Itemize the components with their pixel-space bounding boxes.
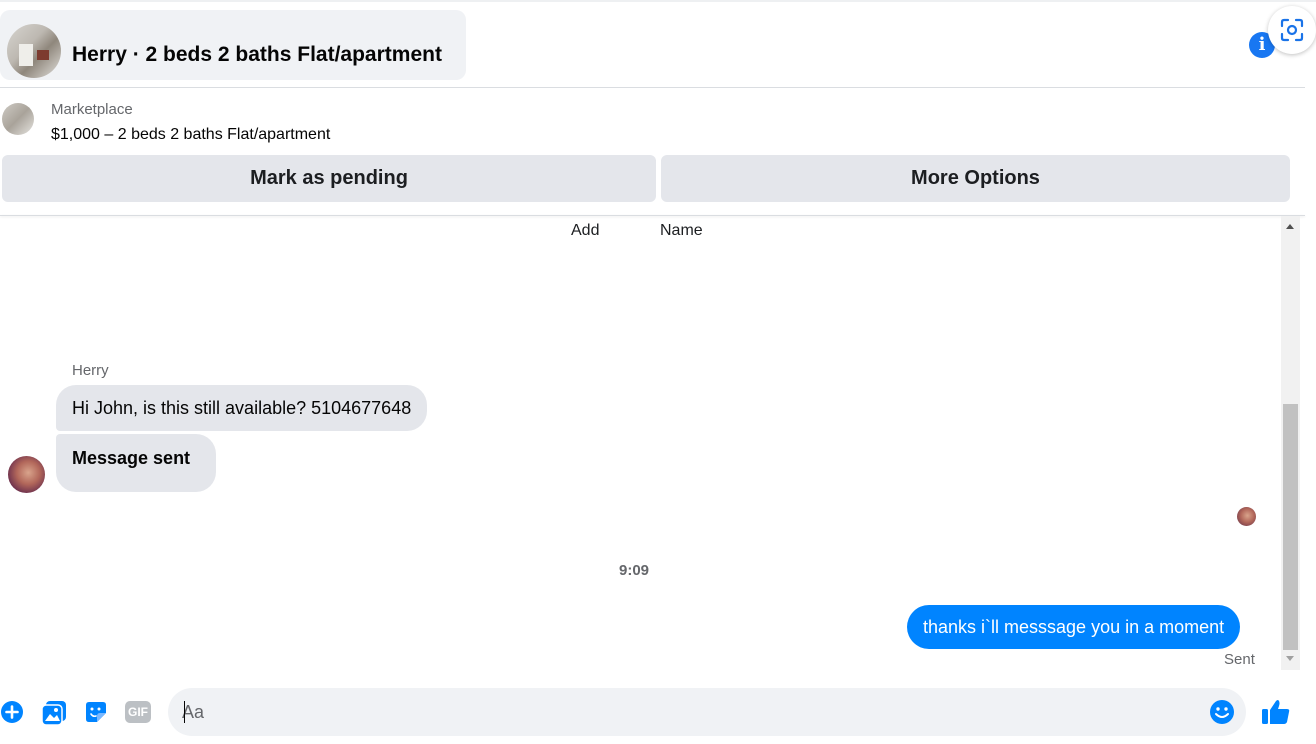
delivery-status: Sent xyxy=(1224,651,1255,668)
message-input[interactable] xyxy=(182,688,1202,736)
listing-summary[interactable]: $1,000 – 2 beds 2 baths Flat/apartment xyxy=(51,126,330,144)
more-options-button[interactable]: More Options xyxy=(661,155,1290,202)
chat-header: Herry · 2 beds 2 baths Flat/apartment i xyxy=(0,2,1305,88)
incoming-message[interactable]: Message sent xyxy=(56,434,216,492)
visual-search-button[interactable] xyxy=(1268,6,1316,54)
scroll-down-arrow[interactable] xyxy=(1286,656,1294,661)
marketplace-label: Marketplace xyxy=(51,101,133,118)
marketplace-listing-thumbnail[interactable] xyxy=(2,103,34,135)
scroll-up-arrow[interactable] xyxy=(1286,224,1294,229)
listing-avatar xyxy=(7,24,61,78)
message-timestamp: 9:09 xyxy=(619,562,650,579)
add-label: Add xyxy=(571,222,600,239)
header-divider xyxy=(0,215,1305,216)
scrollbar-thumb[interactable] xyxy=(1283,404,1298,650)
sticker-icon[interactable] xyxy=(84,700,108,724)
name-label: Name xyxy=(660,222,703,239)
chat-title: Herry · 2 beds 2 baths Flat/apartment xyxy=(72,43,442,66)
chat-title-button[interactable]: Herry · 2 beds 2 baths Flat/apartment xyxy=(0,10,466,80)
emoji-icon[interactable] xyxy=(1209,699,1235,725)
sender-name: Herry xyxy=(72,362,109,379)
message-input-container[interactable] xyxy=(168,688,1246,736)
photo-icon[interactable] xyxy=(41,700,67,726)
incoming-message[interactable]: Hi John, is this still available? 510467… xyxy=(56,385,428,431)
gif-icon[interactable]: GIF xyxy=(125,701,151,723)
scrollbar[interactable] xyxy=(1281,216,1300,670)
plus-circle-icon[interactable] xyxy=(0,700,24,724)
outgoing-message[interactable]: thanks i`ll messsage you in a moment xyxy=(907,605,1241,649)
sender-avatar[interactable] xyxy=(8,456,45,493)
seen-by-avatar xyxy=(1237,507,1256,526)
message-composer: GIF xyxy=(0,684,1316,744)
text-caret xyxy=(184,701,185,723)
thumbs-up-icon[interactable] xyxy=(1261,698,1291,726)
mark-as-pending-button[interactable]: Mark as pending xyxy=(2,155,656,202)
visual-search-icon xyxy=(1280,18,1304,42)
incoming-message-text: Message sent xyxy=(72,448,191,468)
